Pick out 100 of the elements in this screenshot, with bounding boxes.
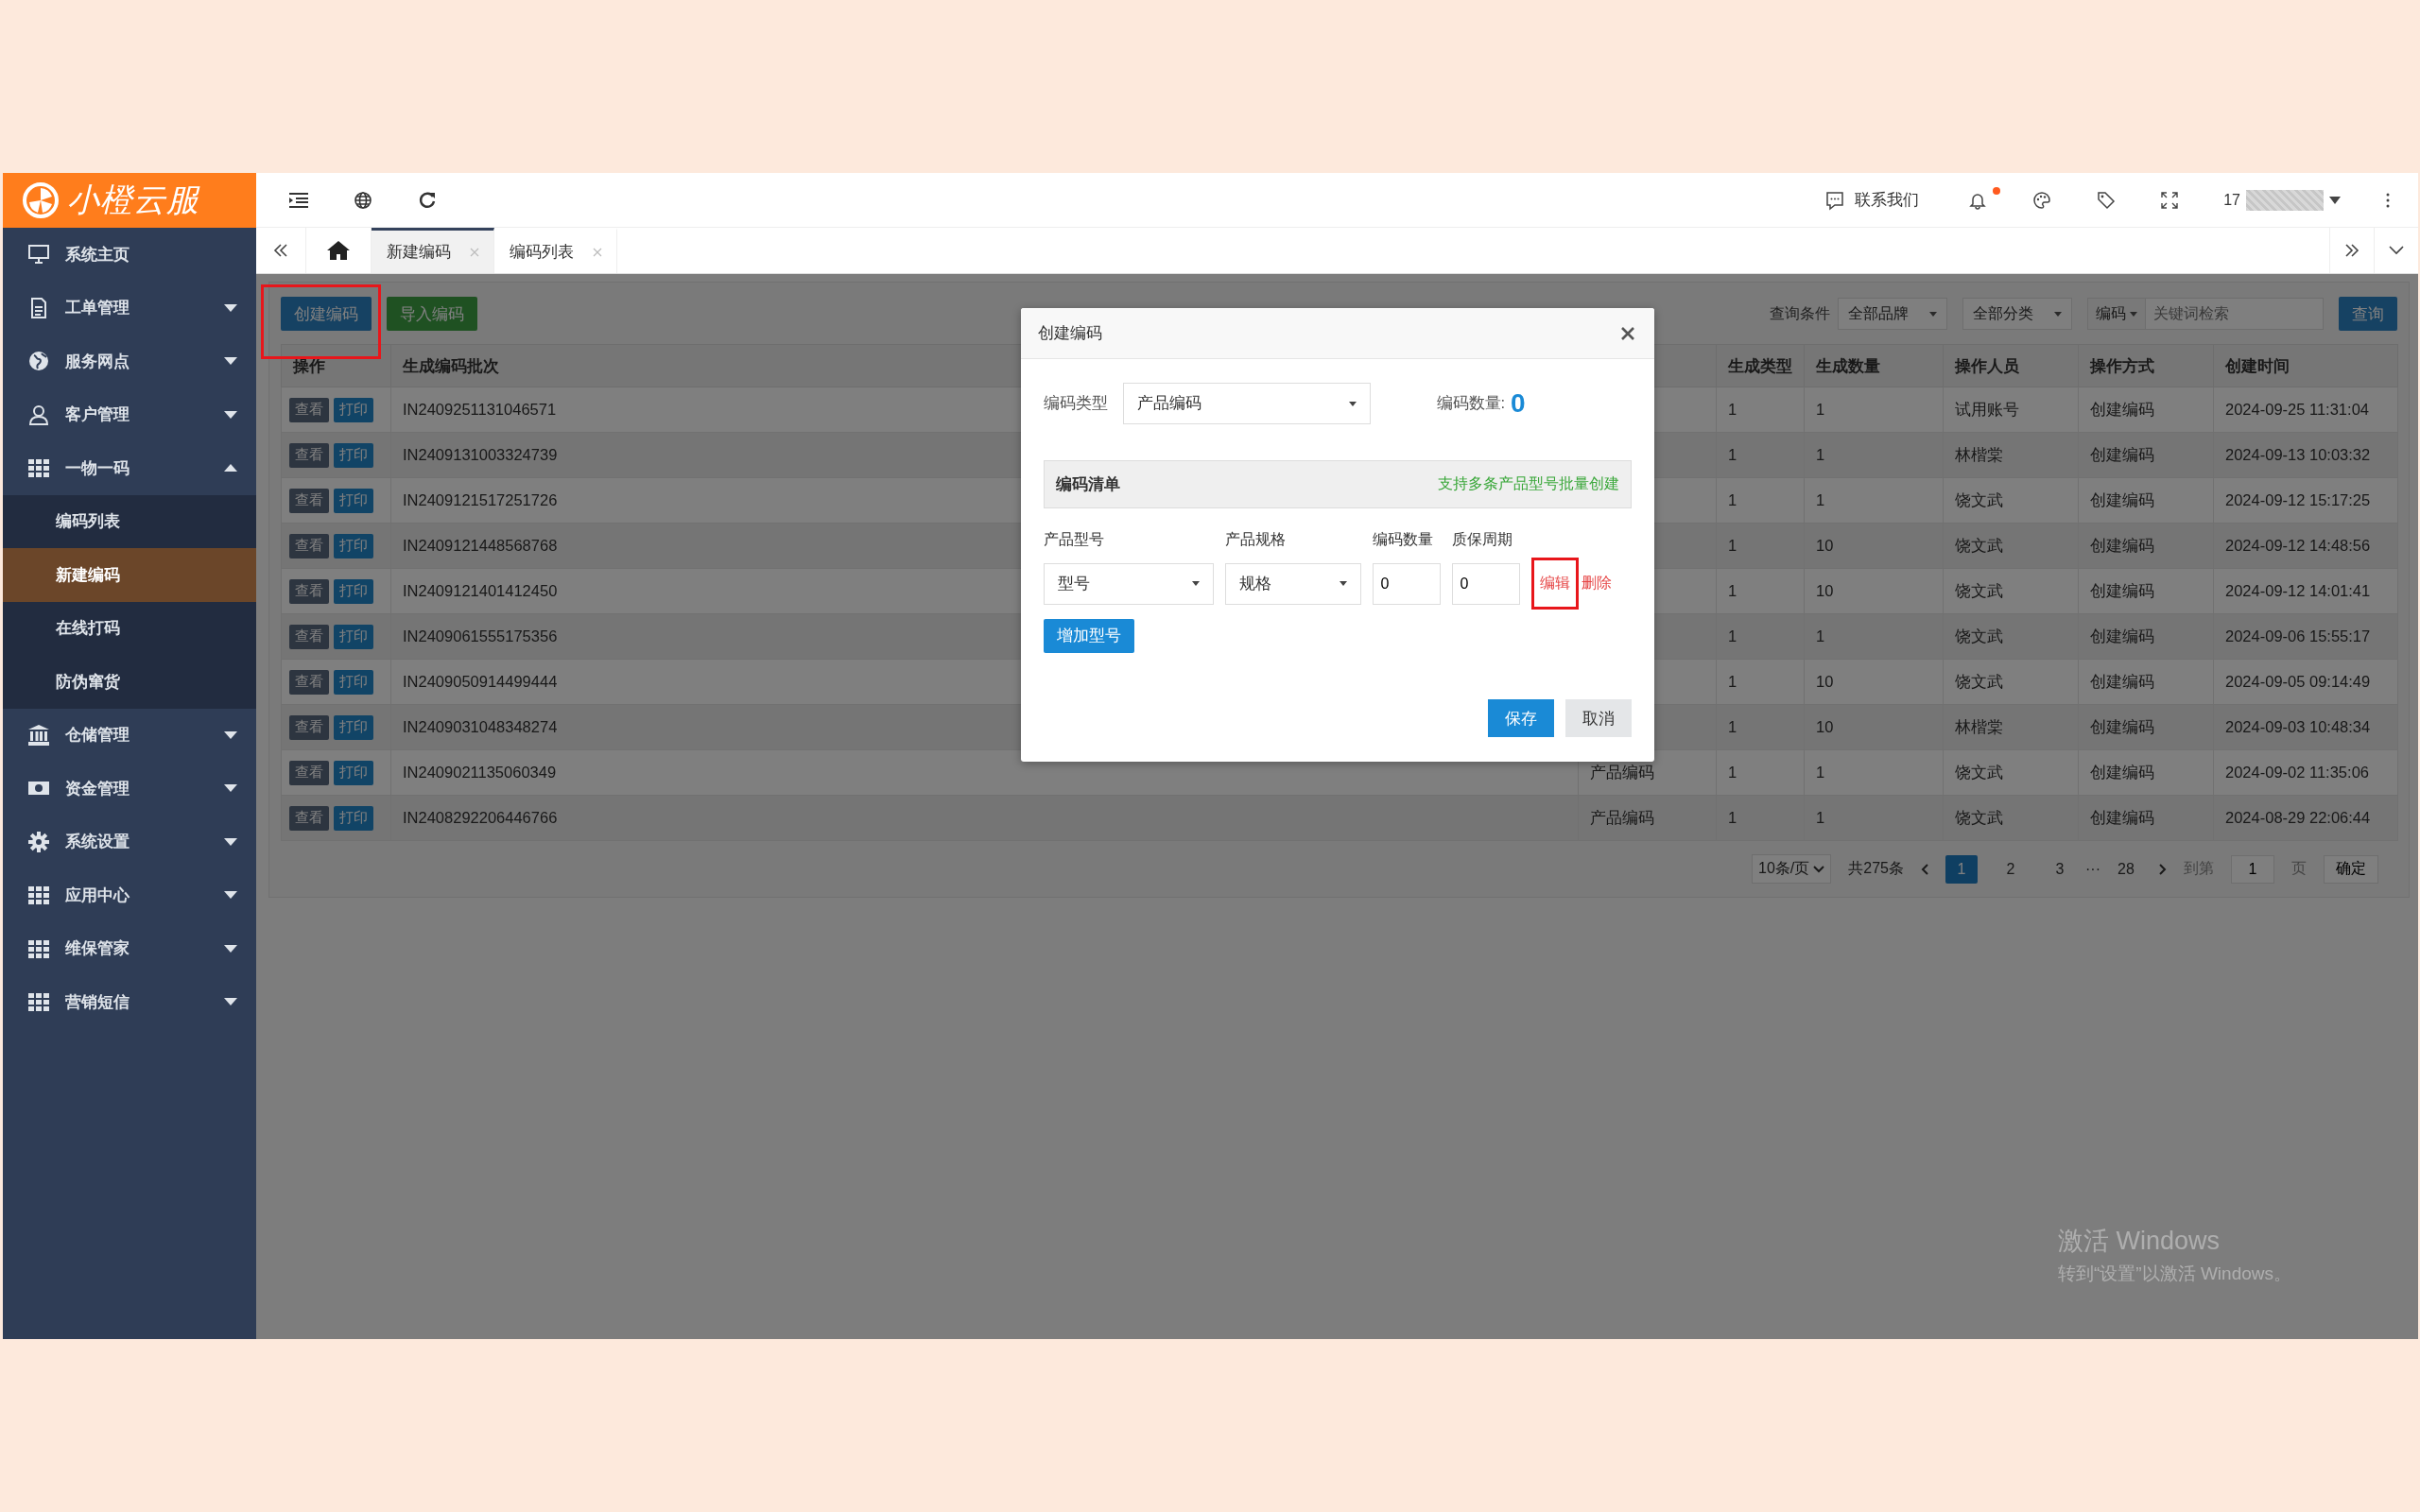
column-header: 操作 [281, 344, 391, 387]
filter-select[interactable]: 全部分类 [1962, 298, 2072, 330]
row-action-button[interactable]: 查看 [289, 578, 329, 604]
row-action-button[interactable]: 打印 [334, 760, 373, 785]
caret-down-icon [2329, 196, 2341, 204]
table-cell: 1 [1804, 432, 1944, 478]
sidebar-subitem[interactable]: 编码列表 [3, 494, 256, 548]
field-label: 编码数量: [1436, 393, 1506, 413]
table-cell: 1 [1804, 477, 1944, 524]
sidebar-item[interactable]: 营销短信 [3, 975, 256, 1029]
table-cell: 10 [1804, 704, 1944, 750]
row-action-button[interactable]: 查看 [289, 669, 329, 695]
sidebar-item[interactable]: 客户管理 [3, 387, 256, 441]
row-action-button[interactable]: 打印 [334, 397, 373, 422]
sidebar-item[interactable]: 系统主页 [3, 228, 256, 282]
monitor-icon [27, 243, 50, 266]
row-action-button[interactable]: 打印 [334, 533, 373, 558]
table-cell: 饶文武 [1943, 749, 2079, 796]
sidebar-item[interactable]: 应用中心 [3, 868, 256, 922]
table-cell: 1 [1716, 749, 1805, 796]
page-size-select[interactable]: 10条/页 [1752, 854, 1832, 884]
row-action-button[interactable]: 查看 [289, 488, 329, 513]
menu-indent-icon[interactable] [289, 192, 308, 208]
row-action-button[interactable]: 查看 [289, 760, 329, 785]
refresh-icon[interactable] [418, 190, 437, 210]
warranty-field[interactable]: 0 [1451, 562, 1520, 605]
globe-icon[interactable] [354, 190, 372, 210]
sidebar-subitem[interactable]: 防伪窜货 [3, 655, 256, 709]
table-cell: 创建编码 [2078, 795, 2214, 841]
row-action-button[interactable]: 查看 [289, 805, 329, 831]
double-chevron-right-icon [2344, 244, 2360, 257]
filter-select[interactable]: 全部品牌 [1838, 298, 1947, 330]
caret-down-icon [1929, 311, 1937, 317]
tab[interactable]: 编码列表 [494, 228, 617, 273]
row-action-button[interactable]: 查看 [289, 397, 329, 422]
row-action-button[interactable]: 打印 [334, 624, 373, 649]
spec-select[interactable]: 规格 [1224, 562, 1361, 605]
user-menu[interactable]: 17 [2223, 189, 2341, 211]
tab[interactable]: 新建编码 [372, 228, 494, 273]
more-icon[interactable] [2386, 192, 2390, 208]
field-select[interactable]: 编码 [2088, 299, 2146, 329]
row-action-button[interactable]: 打印 [334, 578, 373, 604]
close-icon[interactable] [1619, 325, 1635, 341]
table-cell: 1 [1716, 477, 1805, 524]
contact-link[interactable]: 联系我们 [1824, 189, 1920, 211]
confirm-button[interactable]: 确定 [2324, 854, 2378, 884]
column-label: 质保周期 [1451, 529, 1513, 549]
row-action-button[interactable]: 查看 [289, 533, 329, 558]
palette-icon[interactable] [2032, 190, 2052, 210]
table-cell: 2024-09-25 11:31:04 [2213, 387, 2398, 433]
page-input[interactable]: 1 [2231, 854, 2274, 884]
row-action-button[interactable]: 查看 [289, 714, 329, 740]
sidebar-item[interactable]: 服务网点 [3, 335, 256, 388]
search-button[interactable]: 查询 [2339, 297, 2397, 331]
row-action-button[interactable]: 查看 [289, 624, 329, 649]
caret-down-icon [224, 730, 237, 739]
save-button[interactable]: 保存 [1487, 699, 1554, 737]
tag-icon[interactable] [2097, 190, 2117, 210]
add-model-button[interactable]: 增加型号 [1043, 619, 1134, 653]
sidebar-item[interactable]: 资金管理 [3, 762, 256, 816]
chevron-left-icon[interactable] [1921, 863, 1928, 875]
sidebar-item[interactable]: 维保管家 [3, 921, 256, 975]
column-header: 生成类型 [1716, 344, 1805, 387]
delete-link[interactable]: 删除 [1581, 574, 1612, 593]
table-cell: 10 [1804, 568, 1944, 614]
sidebar-item[interactable]: 系统设置 [3, 815, 256, 868]
row-action-button[interactable]: 打印 [334, 669, 373, 695]
sidebar-subitem[interactable]: 新建编码 [3, 548, 256, 602]
row-action-button[interactable]: 打印 [334, 714, 373, 740]
page-button[interactable]: 2 [1995, 854, 2027, 884]
page-button[interactable]: 3 [2044, 854, 2076, 884]
toolbar-button[interactable]: 创建编码 [281, 297, 372, 331]
quantity-field[interactable]: 0 [1372, 562, 1441, 605]
edit-link[interactable]: 编辑 [1530, 558, 1579, 610]
page-button[interactable]: 1 [1945, 854, 1978, 884]
sidebar-item[interactable]: 一物一码 [3, 441, 256, 495]
row-action-button[interactable]: 打印 [334, 442, 373, 468]
type-select[interactable]: 产品编码 [1122, 383, 1371, 424]
table-cell: 创建编码 [2078, 523, 2214, 569]
chevron-right-icon[interactable] [2159, 863, 2167, 875]
row-action-button[interactable]: 打印 [334, 805, 373, 831]
cancel-button[interactable]: 取消 [1564, 699, 1632, 737]
sidebar-item[interactable]: 工单管理 [3, 281, 256, 335]
table-cell: 2024-09-03 10:48:34 [2213, 704, 2398, 750]
table-cell: 10 [1804, 523, 1944, 569]
sidebar-item[interactable]: 仓储管理 [3, 708, 256, 762]
model-select[interactable]: 型号 [1043, 562, 1214, 605]
page-button[interactable]: 28 [2110, 854, 2142, 884]
table-cell: 1 [1716, 795, 1805, 841]
logo-icon [22, 181, 60, 219]
sidebar-subitem[interactable]: 在线打码 [3, 601, 256, 655]
table-cell: 2024-08-29 22:06:44 [2213, 795, 2398, 841]
fullscreen-icon[interactable] [2161, 191, 2179, 209]
chevron-down-icon [1813, 865, 1825, 873]
row-action-button[interactable]: 打印 [334, 488, 373, 513]
row-action-button[interactable]: 查看 [289, 442, 329, 468]
caret-down-icon [224, 410, 237, 419]
toolbar-button[interactable]: 导入编码 [387, 297, 477, 331]
search-field[interactable]: 编码 关键词检索 [2087, 298, 2324, 330]
caret-down-icon [1191, 581, 1200, 586]
